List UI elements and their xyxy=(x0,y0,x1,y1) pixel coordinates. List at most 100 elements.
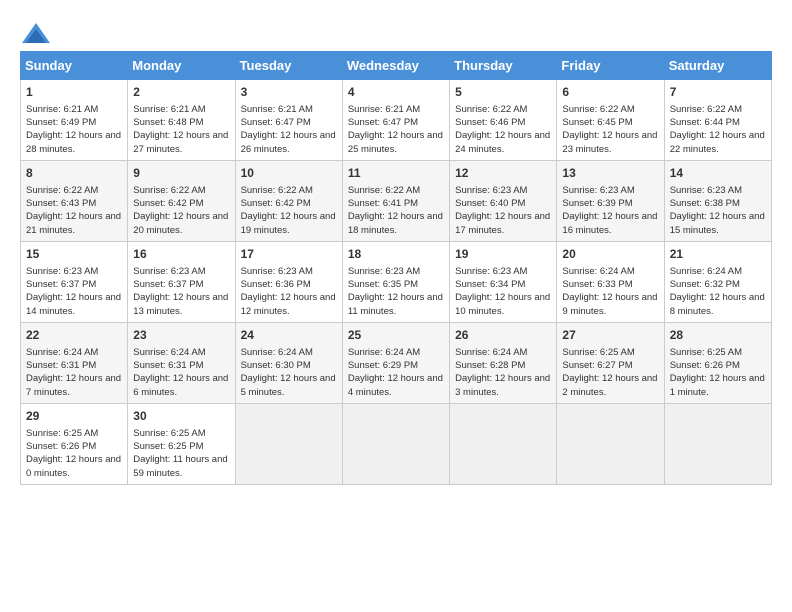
sunset-text: Sunset: 6:47 PM xyxy=(241,116,337,129)
calendar-cell: 28Sunrise: 6:25 AMSunset: 6:26 PMDayligh… xyxy=(664,322,771,403)
calendar-cell: 12Sunrise: 6:23 AMSunset: 6:40 PMDayligh… xyxy=(450,160,557,241)
sunrise-text: Sunrise: 6:25 AM xyxy=(670,346,766,359)
sunrise-text: Sunrise: 6:22 AM xyxy=(133,184,229,197)
calendar-cell: 19Sunrise: 6:23 AMSunset: 6:34 PMDayligh… xyxy=(450,241,557,322)
calendar-cell xyxy=(342,403,449,484)
sunrise-text: Sunrise: 6:23 AM xyxy=(455,265,551,278)
sunset-text: Sunset: 6:31 PM xyxy=(26,359,122,372)
sunrise-text: Sunrise: 6:25 AM xyxy=(26,427,122,440)
sunrise-text: Sunrise: 6:21 AM xyxy=(133,103,229,116)
day-number: 15 xyxy=(26,246,122,263)
calendar-cell: 26Sunrise: 6:24 AMSunset: 6:28 PMDayligh… xyxy=(450,322,557,403)
sunrise-text: Sunrise: 6:21 AM xyxy=(241,103,337,116)
day-number: 26 xyxy=(455,327,551,344)
sunset-text: Sunset: 6:33 PM xyxy=(562,278,658,291)
day-number: 7 xyxy=(670,84,766,101)
day-number: 14 xyxy=(670,165,766,182)
daylight-text: Daylight: 12 hours and 23 minutes. xyxy=(562,129,658,156)
col-header-monday: Monday xyxy=(128,52,235,80)
sunrise-text: Sunrise: 6:24 AM xyxy=(26,346,122,359)
calendar-cell: 5Sunrise: 6:22 AMSunset: 6:46 PMDaylight… xyxy=(450,80,557,161)
calendar-cell: 23Sunrise: 6:24 AMSunset: 6:31 PMDayligh… xyxy=(128,322,235,403)
daylight-text: Daylight: 12 hours and 6 minutes. xyxy=(133,372,229,399)
sunrise-text: Sunrise: 6:23 AM xyxy=(133,265,229,278)
sunset-text: Sunset: 6:34 PM xyxy=(455,278,551,291)
daylight-text: Daylight: 12 hours and 8 minutes. xyxy=(670,291,766,318)
day-number: 2 xyxy=(133,84,229,101)
daylight-text: Daylight: 12 hours and 2 minutes. xyxy=(562,372,658,399)
calendar-week-row: 22Sunrise: 6:24 AMSunset: 6:31 PMDayligh… xyxy=(21,322,772,403)
sunset-text: Sunset: 6:26 PM xyxy=(26,440,122,453)
daylight-text: Daylight: 12 hours and 20 minutes. xyxy=(133,210,229,237)
sunrise-text: Sunrise: 6:21 AM xyxy=(26,103,122,116)
calendar-cell: 24Sunrise: 6:24 AMSunset: 6:30 PMDayligh… xyxy=(235,322,342,403)
daylight-text: Daylight: 12 hours and 18 minutes. xyxy=(348,210,444,237)
sunset-text: Sunset: 6:26 PM xyxy=(670,359,766,372)
sunrise-text: Sunrise: 6:23 AM xyxy=(26,265,122,278)
sunset-text: Sunset: 6:43 PM xyxy=(26,197,122,210)
calendar-cell: 30Sunrise: 6:25 AMSunset: 6:25 PMDayligh… xyxy=(128,403,235,484)
daylight-text: Daylight: 12 hours and 24 minutes. xyxy=(455,129,551,156)
sunset-text: Sunset: 6:37 PM xyxy=(133,278,229,291)
day-number: 16 xyxy=(133,246,229,263)
sunrise-text: Sunrise: 6:23 AM xyxy=(455,184,551,197)
day-number: 18 xyxy=(348,246,444,263)
sunrise-text: Sunrise: 6:25 AM xyxy=(562,346,658,359)
sunset-text: Sunset: 6:27 PM xyxy=(562,359,658,372)
sunset-text: Sunset: 6:48 PM xyxy=(133,116,229,129)
col-header-friday: Friday xyxy=(557,52,664,80)
col-header-wednesday: Wednesday xyxy=(342,52,449,80)
sunset-text: Sunset: 6:31 PM xyxy=(133,359,229,372)
sunrise-text: Sunrise: 6:24 AM xyxy=(562,265,658,278)
sunset-text: Sunset: 6:44 PM xyxy=(670,116,766,129)
daylight-text: Daylight: 12 hours and 1 minute. xyxy=(670,372,766,399)
sunrise-text: Sunrise: 6:24 AM xyxy=(348,346,444,359)
day-number: 29 xyxy=(26,408,122,425)
sunrise-text: Sunrise: 6:22 AM xyxy=(348,184,444,197)
calendar-cell: 1Sunrise: 6:21 AMSunset: 6:49 PMDaylight… xyxy=(21,80,128,161)
daylight-text: Daylight: 12 hours and 21 minutes. xyxy=(26,210,122,237)
calendar-cell: 3Sunrise: 6:21 AMSunset: 6:47 PMDaylight… xyxy=(235,80,342,161)
sunset-text: Sunset: 6:45 PM xyxy=(562,116,658,129)
daylight-text: Daylight: 12 hours and 12 minutes. xyxy=(241,291,337,318)
calendar-cell: 18Sunrise: 6:23 AMSunset: 6:35 PMDayligh… xyxy=(342,241,449,322)
sunrise-text: Sunrise: 6:22 AM xyxy=(455,103,551,116)
day-number: 12 xyxy=(455,165,551,182)
day-number: 10 xyxy=(241,165,337,182)
day-number: 6 xyxy=(562,84,658,101)
daylight-text: Daylight: 12 hours and 26 minutes. xyxy=(241,129,337,156)
daylight-text: Daylight: 12 hours and 28 minutes. xyxy=(26,129,122,156)
sunset-text: Sunset: 6:32 PM xyxy=(670,278,766,291)
sunrise-text: Sunrise: 6:23 AM xyxy=(670,184,766,197)
calendar-cell: 17Sunrise: 6:23 AMSunset: 6:36 PMDayligh… xyxy=(235,241,342,322)
sunset-text: Sunset: 6:42 PM xyxy=(241,197,337,210)
day-number: 30 xyxy=(133,408,229,425)
sunrise-text: Sunrise: 6:25 AM xyxy=(133,427,229,440)
calendar-header-row: SundayMondayTuesdayWednesdayThursdayFrid… xyxy=(21,52,772,80)
calendar-week-row: 1Sunrise: 6:21 AMSunset: 6:49 PMDaylight… xyxy=(21,80,772,161)
daylight-text: Daylight: 12 hours and 15 minutes. xyxy=(670,210,766,237)
day-number: 8 xyxy=(26,165,122,182)
col-header-saturday: Saturday xyxy=(664,52,771,80)
calendar-cell xyxy=(235,403,342,484)
calendar-table: SundayMondayTuesdayWednesdayThursdayFrid… xyxy=(20,51,772,485)
day-number: 25 xyxy=(348,327,444,344)
calendar-cell xyxy=(664,403,771,484)
calendar-cell xyxy=(450,403,557,484)
day-number: 24 xyxy=(241,327,337,344)
daylight-text: Daylight: 11 hours and 59 minutes. xyxy=(133,453,229,480)
daylight-text: Daylight: 12 hours and 17 minutes. xyxy=(455,210,551,237)
day-number: 23 xyxy=(133,327,229,344)
daylight-text: Daylight: 12 hours and 25 minutes. xyxy=(348,129,444,156)
day-number: 20 xyxy=(562,246,658,263)
calendar-cell: 4Sunrise: 6:21 AMSunset: 6:47 PMDaylight… xyxy=(342,80,449,161)
calendar-cell: 21Sunrise: 6:24 AMSunset: 6:32 PMDayligh… xyxy=(664,241,771,322)
sunrise-text: Sunrise: 6:21 AM xyxy=(348,103,444,116)
sunset-text: Sunset: 6:39 PM xyxy=(562,197,658,210)
daylight-text: Daylight: 12 hours and 7 minutes. xyxy=(26,372,122,399)
day-number: 19 xyxy=(455,246,551,263)
sunrise-text: Sunrise: 6:23 AM xyxy=(348,265,444,278)
page-header xyxy=(20,20,772,41)
calendar-cell: 27Sunrise: 6:25 AMSunset: 6:27 PMDayligh… xyxy=(557,322,664,403)
col-header-sunday: Sunday xyxy=(21,52,128,80)
